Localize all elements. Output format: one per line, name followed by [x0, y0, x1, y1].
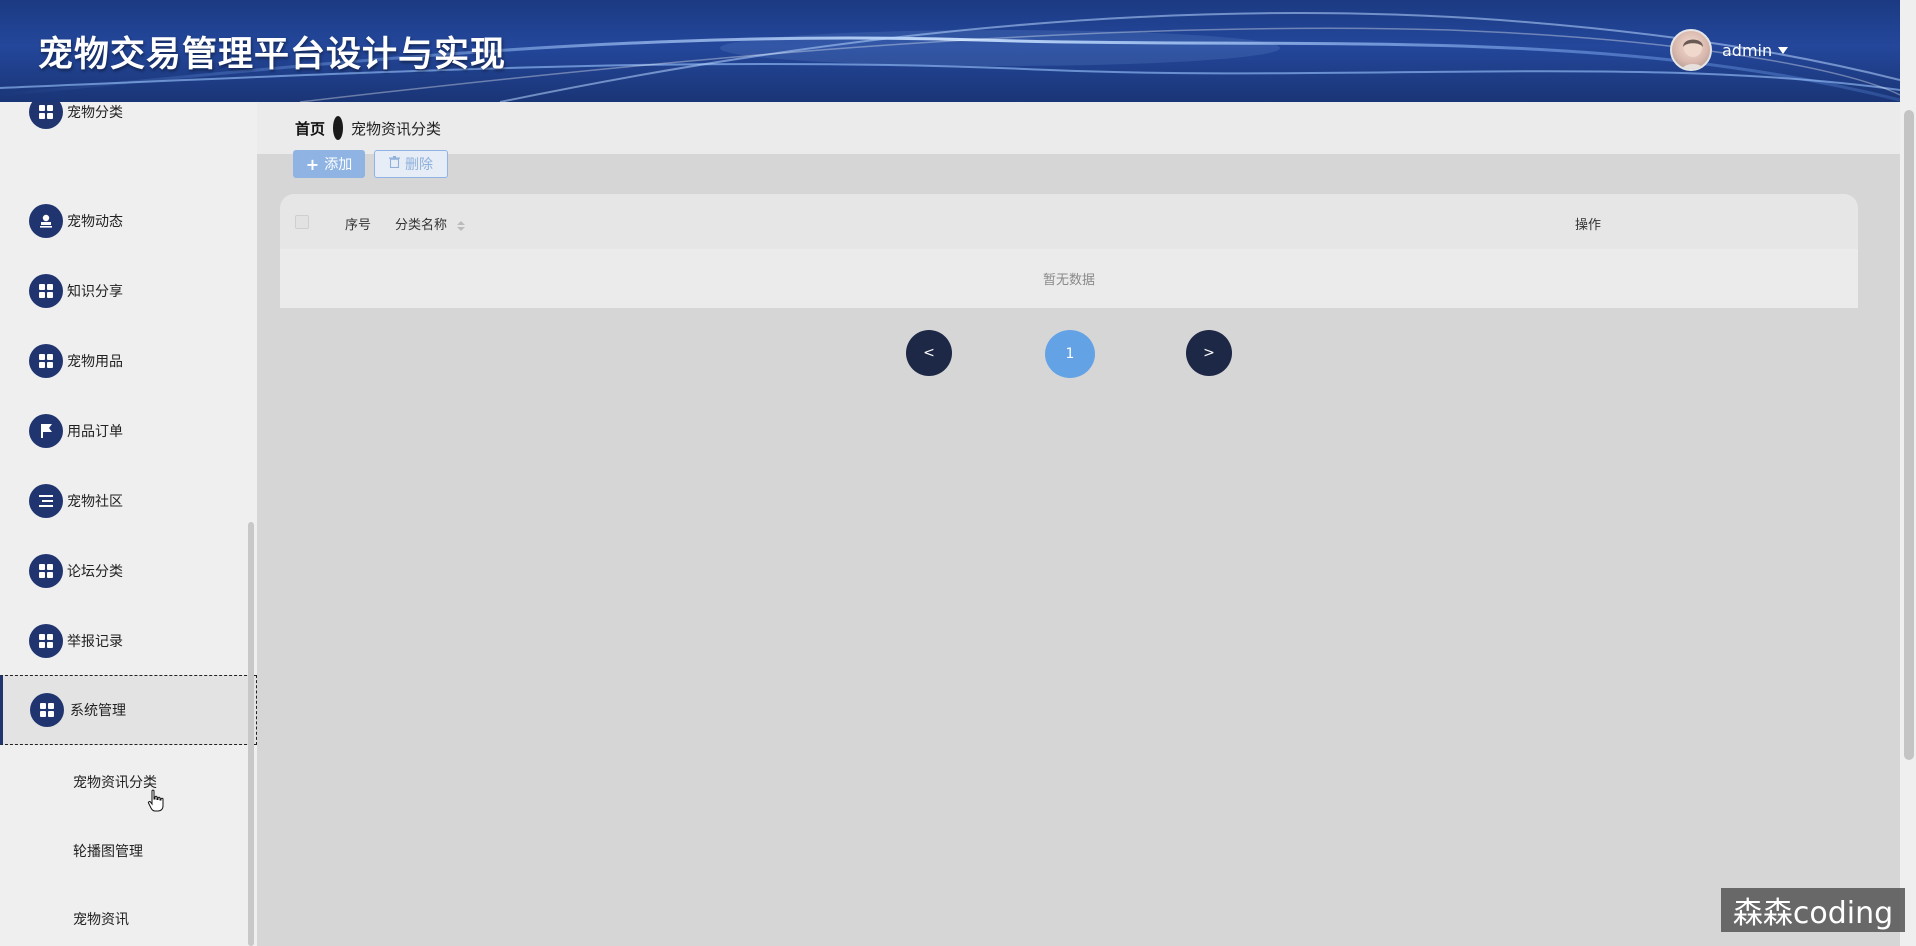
sidebar-item-community[interactable]: 宠物社区: [0, 466, 257, 536]
sidebar: 宠物分类 宠物动态 知识分享 宠物用品 用品订单 宠物社区 论坛分类 举报记录: [0, 102, 257, 946]
sidebar-item-orders[interactable]: 用品订单: [0, 396, 257, 466]
grid-icon: [29, 554, 63, 588]
sidebar-item-reports[interactable]: 举报记录: [0, 606, 257, 676]
app-title: 宠物交易管理平台设计与实现: [38, 35, 507, 75]
delete-button[interactable]: 删除: [374, 150, 448, 178]
sidebar-item-label: 用品订单: [67, 424, 123, 440]
column-header-index: 序号: [345, 218, 372, 233]
breadcrumb-current: 宠物资讯分类: [351, 119, 442, 138]
select-all-checkbox[interactable]: [295, 215, 309, 229]
grid-icon: [29, 102, 63, 129]
sidebar-item-label: 宠物动态: [67, 214, 123, 230]
pagination-page-1[interactable]: 1: [1045, 330, 1095, 378]
sidebar-item-partial[interactable]: 宠物分类: [0, 102, 257, 147]
sidebar-scrollbar[interactable]: [248, 522, 254, 946]
column-header-actions: 操作: [1575, 218, 1602, 233]
grid-icon: [29, 274, 63, 308]
top-header: 宠物交易管理平台设计与实现 admin: [0, 0, 1900, 102]
list-icon: [29, 484, 63, 518]
sidebar-item-label: 宠物用品: [67, 354, 123, 370]
pagination-next-button[interactable]: >: [1186, 330, 1232, 376]
empty-state-text: 暂无数据: [1042, 273, 1095, 288]
sidebar-subitem-news-category[interactable]: 宠物资讯分类: [73, 772, 157, 792]
delete-button-label: 删除: [405, 157, 433, 173]
table-header: 序号 分类名称 操作: [280, 194, 1858, 249]
plus-icon: +: [305, 154, 320, 174]
user-stamp-icon: [29, 204, 63, 238]
grid-icon: [29, 344, 63, 378]
sidebar-item-label: 举报记录: [67, 634, 123, 650]
trash-icon: [389, 156, 400, 172]
sidebar-item-system[interactable]: 系统管理: [0, 675, 257, 745]
column-header-label: 分类名称: [395, 218, 448, 233]
sidebar-item-label: 论坛分类: [67, 564, 123, 580]
page-scrollbar-thumb[interactable]: [1904, 110, 1914, 760]
flag-icon: [29, 414, 63, 448]
breadcrumb: 首页 宠物资讯分类: [257, 102, 1900, 154]
username[interactable]: admin: [1722, 41, 1772, 60]
sidebar-subitem-carousel[interactable]: 轮播图管理: [73, 841, 143, 861]
sidebar-item-label: 宠物社区: [67, 494, 123, 510]
pagination-prev-button[interactable]: <: [906, 330, 952, 376]
breadcrumb-home[interactable]: 首页: [295, 118, 325, 139]
sidebar-subitem-news[interactable]: 宠物资讯: [73, 909, 129, 929]
grid-icon: [30, 693, 64, 727]
page-scrollbar[interactable]: [1900, 0, 1916, 946]
chevron-down-icon[interactable]: [1778, 46, 1789, 54]
sidebar-item-label: 宠物分类: [67, 105, 123, 121]
sidebar-item-pet-updates[interactable]: 宠物动态: [0, 186, 257, 256]
breadcrumb-separator-icon: [333, 116, 344, 140]
watermark: 森森coding: [1721, 888, 1905, 932]
grid-icon: [29, 624, 63, 658]
add-button[interactable]: + 添加: [293, 150, 365, 178]
avatar[interactable]: [1670, 29, 1712, 71]
user-menu[interactable]: admin: [1670, 28, 1789, 72]
sidebar-item-forum-category[interactable]: 论坛分类: [0, 536, 257, 606]
table-body: 暂无数据: [280, 249, 1858, 308]
hand-cursor-icon: [147, 789, 164, 812]
add-button-label: 添加: [324, 157, 353, 173]
data-table: 序号 分类名称 操作 暂无数据: [280, 194, 1858, 308]
sort-icon[interactable]: [457, 220, 466, 231]
sidebar-item-label: 系统管理: [70, 703, 126, 719]
sidebar-item-knowledge[interactable]: 知识分享: [0, 256, 257, 326]
sidebar-item-label: 知识分享: [67, 284, 123, 300]
sidebar-item-pet-supplies[interactable]: 宠物用品: [0, 326, 257, 396]
column-header-category-name[interactable]: 分类名称: [395, 214, 466, 233]
